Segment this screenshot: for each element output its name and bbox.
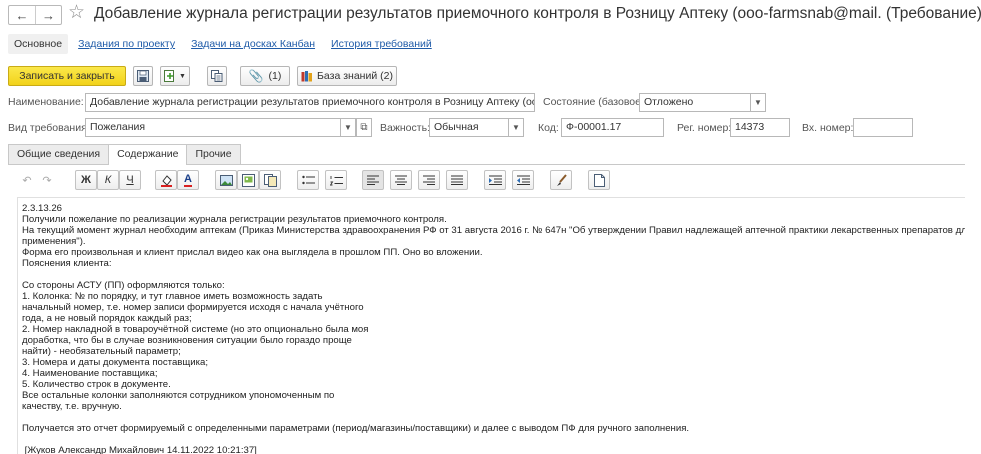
tab-content[interactable]: Содержание xyxy=(108,144,188,165)
incoming-number-label: Вх. номер: xyxy=(802,122,854,134)
importance-label: Важность: xyxy=(380,122,430,134)
insert-table-button[interactable] xyxy=(259,170,281,190)
bulleted-list-button[interactable] xyxy=(297,170,319,190)
tab-kanban-tasks[interactable]: Задачи на досках Канбан xyxy=(185,34,321,54)
knowledge-base-button[interactable]: База знаний (2) xyxy=(297,66,397,86)
forward-arrow-icon[interactable]: → xyxy=(34,6,61,24)
history-navigation: ← → xyxy=(8,5,62,25)
align-right-icon xyxy=(423,175,435,185)
save-button[interactable] xyxy=(133,66,153,86)
importance-dropdown[interactable]: ▼ xyxy=(508,118,524,137)
indent-increase-icon xyxy=(488,175,502,185)
name-label: Наименование: xyxy=(8,96,84,108)
document-structure-icon xyxy=(211,70,223,82)
format-painter-button[interactable] xyxy=(550,170,572,190)
chevron-down-icon: ▼ xyxy=(512,123,520,132)
save-and-close-button[interactable]: Записать и закрыть xyxy=(8,66,126,86)
italic-button[interactable]: К xyxy=(97,170,119,190)
code-label: Код: xyxy=(538,122,559,134)
reg-number-label: Рег. номер: xyxy=(677,122,732,134)
redo-icon: ↷ xyxy=(42,174,52,187)
justify-button[interactable] xyxy=(446,170,468,190)
bold-button[interactable]: Ж xyxy=(75,170,97,190)
code-field[interactable]: Ф-00001.17 xyxy=(561,118,664,137)
blank-page-icon xyxy=(593,173,605,187)
font-color-button[interactable]: А xyxy=(177,170,199,190)
picture-icon xyxy=(219,174,233,186)
importance-field[interactable]: Обычная xyxy=(429,118,509,137)
requirement-type-dropdown[interactable]: ▼ xyxy=(340,118,356,137)
structure-button[interactable] xyxy=(207,66,227,86)
create-based-on-button[interactable]: ▼ xyxy=(160,66,190,86)
tab-project-tasks[interactable]: Задания по проекту xyxy=(72,34,181,54)
tab-general-info[interactable]: Общие сведения xyxy=(8,144,110,164)
requirement-type-field[interactable]: Пожелания xyxy=(85,118,341,137)
favorite-star-icon[interactable]: ☆ xyxy=(68,3,85,23)
name-field[interactable]: Добавление журнала регистрации результат… xyxy=(85,93,535,112)
content-editor[interactable]: 2.3.13.26 Получили пожелание по реализац… xyxy=(17,197,965,454)
align-center-button[interactable] xyxy=(390,170,412,190)
font-color-icon: А xyxy=(184,172,192,187)
indent-decrease-icon xyxy=(516,175,530,185)
align-left-button[interactable] xyxy=(362,170,384,190)
align-center-icon xyxy=(395,175,407,185)
page-properties-button[interactable] xyxy=(588,170,610,190)
align-right-button[interactable] xyxy=(418,170,440,190)
document-copy-icon xyxy=(263,173,277,187)
align-left-icon xyxy=(367,175,379,185)
open-link-icon: ⧉ xyxy=(360,122,368,133)
floppy-disk-icon xyxy=(137,70,149,82)
tab-main[interactable]: Основное xyxy=(8,34,69,54)
bullet-list-icon xyxy=(301,175,315,184)
brush-icon xyxy=(556,173,567,186)
tab-requirements-history[interactable]: История требований xyxy=(325,34,438,54)
state-field[interactable]: Отложено xyxy=(639,93,751,112)
section-tabs: Основное Задания по проекту Задачи на до… xyxy=(8,33,442,55)
image-icon xyxy=(241,173,255,187)
books-icon xyxy=(301,71,313,82)
content-tabs: Общие сведения Содержание Прочие xyxy=(8,144,241,165)
undo-button[interactable]: ↶ xyxy=(17,170,37,190)
undo-icon: ↶ xyxy=(22,174,32,187)
fill-color-icon xyxy=(160,174,172,187)
chevron-down-icon: ▼ xyxy=(344,123,352,132)
incoming-number-field[interactable] xyxy=(853,118,913,137)
tab-other[interactable]: Прочие xyxy=(186,144,241,164)
increase-indent-button[interactable] xyxy=(484,170,506,190)
underline-button[interactable]: Ч xyxy=(119,170,141,190)
decrease-indent-button[interactable] xyxy=(512,170,534,190)
chevron-down-icon: ▼ xyxy=(179,72,186,80)
state-dropdown[interactable]: ▼ xyxy=(750,93,766,112)
insert-picture-button[interactable] xyxy=(237,170,259,190)
redo-button[interactable]: ↷ xyxy=(37,170,57,190)
insert-image-button[interactable] xyxy=(215,170,237,190)
numbered-list-button[interactable] xyxy=(325,170,347,190)
attachments-count: (1) xyxy=(268,70,282,82)
paperclip-icon: 📎 xyxy=(248,69,264,83)
state-label: Состояние (базовое): xyxy=(543,96,648,108)
align-justify-icon xyxy=(451,175,463,185)
chevron-down-icon: ▼ xyxy=(754,98,762,107)
back-arrow-icon[interactable]: ← xyxy=(9,6,35,24)
type-label: Вид требования: xyxy=(8,122,90,134)
knowledge-base-label: База знаний (2) xyxy=(317,70,393,82)
reg-number-field[interactable]: 14373 xyxy=(730,118,790,137)
editor-text: 2.3.13.26 Получили пожелание по реализац… xyxy=(22,203,965,454)
attachments-button[interactable]: 📎 (1) xyxy=(240,66,290,86)
highlight-color-button[interactable] xyxy=(155,170,177,190)
open-type-button[interactable]: ⧉ xyxy=(356,118,372,137)
window-title: Добавление журнала регистрации результат… xyxy=(94,5,981,22)
numbered-list-icon xyxy=(329,175,343,185)
create-based-on-icon xyxy=(164,70,175,82)
